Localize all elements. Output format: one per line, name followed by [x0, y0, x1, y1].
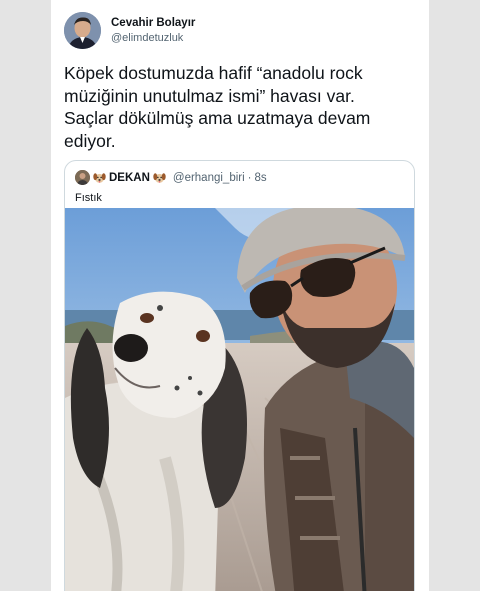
quoted-tweet-header: DEKAN @erhangi_biri · 8s: [75, 170, 267, 185]
tweet-text-line: ediyor.: [64, 130, 116, 151]
person-avatar-icon: [75, 170, 90, 185]
quoted-avatar[interactable]: [75, 170, 90, 185]
author-display-name[interactable]: Cevahir Bolayır: [111, 16, 195, 31]
quoted-handle[interactable]: @erhangi_biri: [173, 172, 245, 184]
tweet-card[interactable]: Cevahir Bolayır @elimdetuzluk Köpek dost…: [51, 0, 429, 591]
author-avatar[interactable]: [64, 12, 101, 49]
dog-face-emoji-icon: [153, 173, 166, 183]
tweet-author[interactable]: Cevahir Bolayır @elimdetuzluk: [64, 12, 195, 49]
man-portrait-avatar-icon: [64, 12, 101, 49]
tweet-text: Köpek dostumuzda hafif “anadolu rock müz…: [64, 62, 424, 152]
dog-face-emoji-icon: [93, 173, 106, 183]
tweet-text-line: müziğinin unutulmaz ismi” havası var.: [64, 85, 355, 106]
tweet-text-line: Saçlar dökülmüş ama uzatmaya devam: [64, 108, 371, 128]
quoted-timestamp[interactable]: 8s: [255, 172, 267, 184]
tweet-text-line: Köpek dostumuzda hafif “anadolu rock: [64, 63, 363, 83]
separator-dot: ·: [247, 171, 252, 184]
quoted-tweet[interactable]: DEKAN @erhangi_biri · 8s Fıstık: [64, 160, 415, 591]
author-handle[interactable]: @elimdetuzluk: [111, 31, 195, 45]
quoted-tweet-photo[interactable]: [65, 208, 414, 591]
quoted-display-name[interactable]: DEKAN: [109, 172, 150, 184]
quoted-tweet-text: Fıstık: [75, 192, 102, 204]
